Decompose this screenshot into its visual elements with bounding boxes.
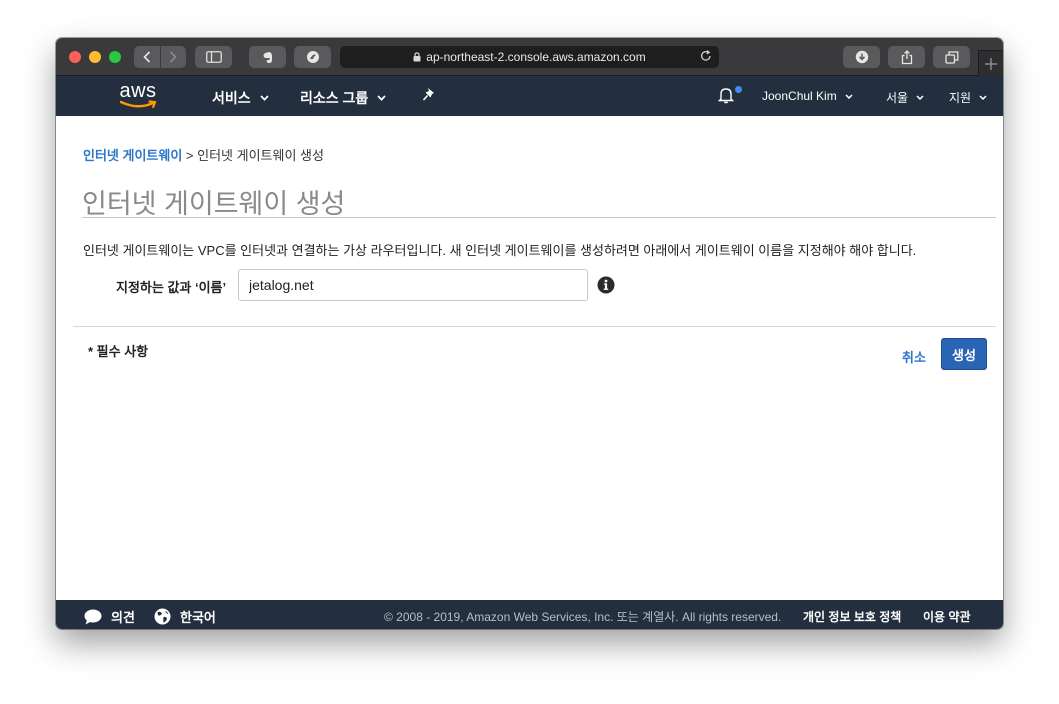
form-footer-divider	[73, 326, 996, 327]
back-button[interactable]	[134, 46, 160, 68]
browser-window: ap-northeast-2.console.aws.amazon.com aw…	[56, 38, 1003, 629]
share-icon	[901, 49, 912, 64]
services-menu[interactable]: 서비스	[212, 88, 269, 108]
evernote-icon	[263, 51, 272, 63]
account-name: JoonChul Kim	[762, 89, 837, 103]
terms-of-use-link[interactable]: 이용 약관	[923, 608, 971, 625]
browser-toolbar: ap-northeast-2.console.aws.amazon.com	[56, 38, 1003, 76]
support-menu[interactable]: 지원	[949, 89, 987, 106]
name-tag-label: 지정하는 값과 ‘이름’	[116, 280, 227, 295]
resource-groups-menu[interactable]: 리소스 그룹	[300, 88, 386, 108]
downloads-button[interactable]	[843, 46, 880, 68]
copyright-text: © 2008 - 2019, Amazon Web Services, Inc.…	[384, 610, 782, 624]
sidebar-button[interactable]	[195, 46, 232, 68]
services-label: 서비스	[212, 90, 251, 106]
new-tab-button[interactable]	[978, 50, 1003, 76]
close-window-button[interactable]	[69, 51, 81, 63]
breadcrumb-internet-gateways-link[interactable]: 인터넷 게이트웨이	[83, 148, 182, 163]
chevron-down-icon	[377, 95, 386, 101]
chevron-down-icon	[845, 93, 853, 99]
download-icon	[855, 50, 868, 64]
breadcrumb-current: 인터넷 게이트웨이 생성	[197, 148, 324, 163]
breadcrumb-separator: >	[185, 148, 194, 163]
chevron-down-icon	[979, 95, 987, 100]
lock-icon	[413, 52, 421, 62]
aws-smile-icon	[120, 100, 157, 109]
resource-groups-label: 리소스 그룹	[300, 90, 369, 106]
privacy-policy-link[interactable]: 개인 정보 보호 정책	[803, 608, 901, 625]
address-text: ap-northeast-2.console.aws.amazon.com	[426, 50, 646, 64]
required-note: * 필수 사항	[88, 344, 149, 359]
globe-icon	[154, 608, 171, 625]
minimize-window-button[interactable]	[89, 51, 101, 63]
forward-button[interactable]	[159, 46, 187, 68]
region-label: 서울	[886, 91, 909, 105]
language-label: 한국어	[180, 610, 216, 625]
tab-overview-button[interactable]	[933, 46, 970, 68]
extension-icon	[306, 51, 319, 63]
region-menu[interactable]: 서울	[886, 89, 924, 106]
speech-bubble-icon	[84, 609, 102, 624]
reload-button[interactable]	[699, 49, 713, 66]
chevron-down-icon	[260, 95, 269, 101]
chevron-right-icon	[170, 51, 177, 63]
tabs-icon	[944, 50, 958, 64]
name-tag-input[interactable]	[238, 269, 588, 301]
aws-top-nav: aws 서비스 리소스 그룹 JoonChul Kim 서울 지원	[56, 76, 1003, 116]
pin-icon	[422, 88, 434, 101]
evernote-button[interactable]	[249, 46, 286, 68]
history-nav	[134, 46, 186, 68]
address-bar[interactable]: ap-northeast-2.console.aws.amazon.com	[340, 46, 719, 68]
aws-logo[interactable]: aws	[116, 80, 160, 112]
clipped-text-row	[146, 306, 266, 310]
chevron-down-icon	[916, 95, 924, 100]
extension-button[interactable]	[294, 46, 331, 68]
language-button[interactable]: 한국어	[154, 607, 216, 626]
plus-icon	[985, 57, 997, 70]
title-divider	[82, 217, 996, 218]
notification-dot	[735, 86, 742, 93]
zoom-window-button[interactable]	[109, 51, 121, 63]
support-label: 지원	[949, 91, 972, 105]
feedback-label: 의견	[111, 610, 135, 625]
pin-shortcuts-button[interactable]	[422, 87, 436, 102]
sidebar-icon	[205, 51, 222, 63]
bell-icon	[717, 88, 735, 104]
page-description: 인터넷 게이트웨이는 VPC를 인터넷과 연결하는 가상 라우터입니다. 새 인…	[83, 243, 917, 258]
create-button[interactable]: 생성	[941, 338, 987, 370]
info-icon[interactable]	[597, 276, 615, 299]
reload-icon	[700, 50, 711, 61]
aws-footer: 의견 한국어 © 2008 - 2019, Amazon Web Service…	[56, 600, 1003, 629]
aws-logo-text: aws	[119, 80, 157, 102]
cancel-button[interactable]: 취소	[902, 347, 926, 366]
share-button[interactable]	[888, 46, 925, 68]
notifications-button[interactable]	[717, 86, 735, 109]
chevron-left-icon	[143, 51, 150, 63]
feedback-button[interactable]: 의견	[84, 607, 135, 626]
page-title: 인터넷 게이트웨이 생성	[82, 189, 346, 219]
account-menu[interactable]: JoonChul Kim	[762, 89, 853, 103]
page-content: 인터넷 게이트웨이 > 인터넷 게이트웨이 생성 인터넷 게이트웨이 생성 인터…	[56, 116, 1003, 600]
breadcrumb: 인터넷 게이트웨이 > 인터넷 게이트웨이 생성	[83, 145, 324, 164]
